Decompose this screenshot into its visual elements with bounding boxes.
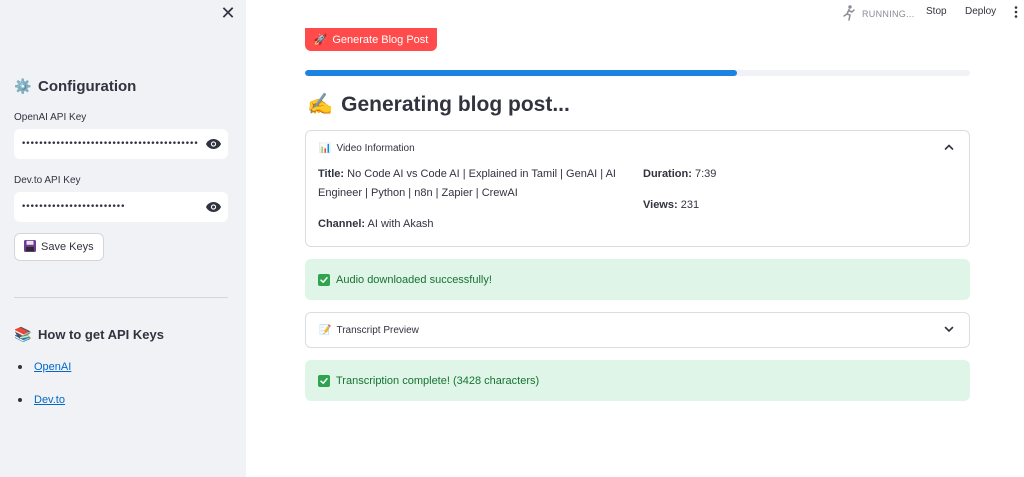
show-password-icon[interactable] bbox=[198, 192, 228, 222]
running-man-icon bbox=[842, 5, 856, 23]
openai-key-label: OpenAI API Key bbox=[14, 112, 87, 123]
transcript-header[interactable]: 📝 Transcript Preview bbox=[306, 313, 969, 347]
video-info-expander: 📊 Video Information Title: No Code AI vs… bbox=[305, 130, 970, 247]
bullet bbox=[18, 365, 22, 369]
devto-link[interactable]: Dev.to bbox=[34, 394, 65, 406]
video-duration: Duration: 7:39 bbox=[643, 168, 717, 180]
main-menu-icon[interactable] bbox=[1013, 4, 1019, 20]
gear-icon: ⚙️ bbox=[14, 78, 32, 94]
chevron-up-icon[interactable] bbox=[943, 141, 955, 156]
video-info-body: Title: No Code AI vs Code AI | Explained… bbox=[306, 165, 969, 247]
devto-key-value[interactable]: •••••••••••••••••••••••• bbox=[14, 202, 198, 212]
close-sidebar-icon[interactable]: ✕ bbox=[219, 4, 237, 22]
devto-key-input[interactable]: •••••••••••••••••••••••• bbox=[14, 192, 228, 222]
show-password-icon[interactable] bbox=[198, 129, 228, 159]
running-status: RUNNING... bbox=[842, 5, 915, 23]
video-channel: Channel: AI with Akash bbox=[318, 218, 434, 230]
devto-key-label: Dev.to API Key bbox=[14, 175, 81, 186]
check-icon bbox=[318, 273, 330, 286]
check-icon bbox=[318, 374, 330, 387]
sidebar-divider bbox=[14, 297, 228, 298]
chevron-down-icon[interactable] bbox=[943, 323, 955, 338]
page-title: ✍️ Generating blog post... bbox=[307, 93, 570, 116]
configuration-heading: ⚙️ Configuration bbox=[14, 78, 137, 95]
list-item-devto: Dev.to bbox=[18, 394, 65, 406]
writing-hand-icon: ✍️ bbox=[307, 93, 334, 116]
memo-icon: 📝 bbox=[319, 324, 332, 336]
stop-button[interactable]: Stop bbox=[926, 6, 947, 17]
transcription-success-alert: Transcription complete! (3428 characters… bbox=[305, 360, 970, 401]
bullet bbox=[18, 398, 22, 402]
deploy-button[interactable]: Deploy bbox=[965, 6, 996, 17]
video-views: Views: 231 bbox=[643, 199, 700, 211]
rocket-icon: 🚀 bbox=[313, 34, 328, 46]
openai-link[interactable]: OpenAI bbox=[34, 361, 71, 373]
generate-blog-post-button[interactable]: 🚀 Generate Blog Post bbox=[305, 28, 437, 51]
progress-fill bbox=[305, 70, 738, 76]
video-info-header[interactable]: 📊 Video Information bbox=[306, 131, 969, 165]
video-title: Title: No Code AI vs Code AI | Explained… bbox=[318, 168, 616, 199]
audio-success-alert: Audio downloaded successfully! bbox=[305, 259, 970, 300]
video-info-left-column: Title: No Code AI vs Code AI | Explained… bbox=[318, 165, 618, 234]
list-item-openai: OpenAI bbox=[18, 361, 71, 373]
books-icon: 📚 bbox=[14, 326, 32, 342]
sidebar: ✕ ⚙️ Configuration OpenAI API Key ••••••… bbox=[0, 0, 246, 477]
video-info-right-column: Duration: 7:39 Views: 231 bbox=[643, 165, 716, 227]
transcript-expander: 📝 Transcript Preview bbox=[305, 312, 970, 348]
save-keys-button[interactable]: Save Keys bbox=[14, 233, 104, 261]
openai-key-value[interactable]: ••••••••••••••••••••••••••••••••••••••••… bbox=[14, 139, 198, 149]
bar-chart-icon: 📊 bbox=[319, 142, 332, 154]
howto-heading: 📚 How to get API Keys bbox=[14, 326, 164, 342]
floppy-disk-icon bbox=[24, 239, 36, 255]
openai-key-input[interactable]: ••••••••••••••••••••••••••••••••••••••••… bbox=[14, 129, 228, 159]
progress-bar bbox=[305, 70, 970, 76]
